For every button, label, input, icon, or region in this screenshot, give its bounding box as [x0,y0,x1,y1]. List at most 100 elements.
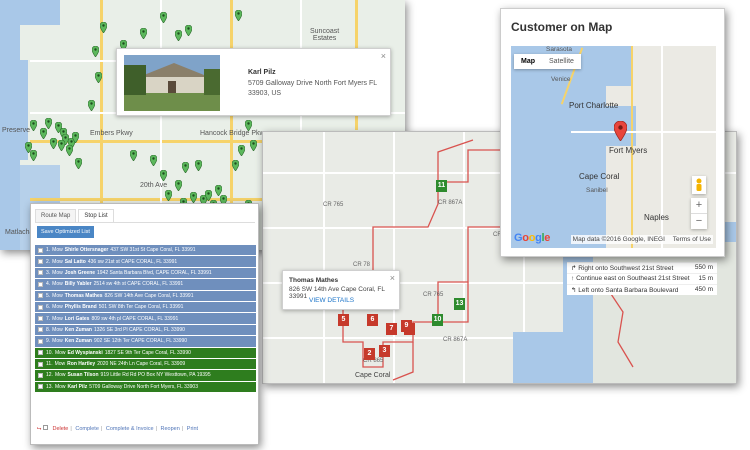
stop-row[interactable]: 1. Mow Shirle Ottersnager 437 SW 31st St Ca… [35,245,256,256]
customer-pin-icon[interactable] [150,155,157,166]
route-marker-2[interactable]: 2 [364,348,375,360]
stop-row[interactable]: 5. Mow Thomas Mathes 826 SW 14th Ave Cape C… [35,290,256,301]
zoom-out-button[interactable]: − [691,213,707,229]
stop-checkbox[interactable] [38,350,43,356]
stop-checkbox[interactable] [38,293,43,299]
close-icon[interactable]: × [381,51,386,61]
customer-pin-icon[interactable] [245,120,252,131]
terms-link[interactable]: Terms of Use [673,236,711,243]
customer-pin-icon[interactable] [238,145,245,156]
customer-pin-icon[interactable] [250,140,257,151]
stop-customer-name[interactable]: Sal Latto [65,259,86,265]
customer-pin-icon[interactable] [100,22,107,33]
stop-customer-name[interactable]: Ron Hartley [67,361,95,367]
customer-pin-icon[interactable] [88,100,95,111]
stop-row[interactable]: 9. Mow Ken Zuman 902 SE 12th Ter CAPE CORAL… [35,336,256,347]
stop-customer-name[interactable]: Phyllis Brand [65,304,97,310]
stop-row[interactable]: 8. Mow Ken Zuman 1326 SE 3rd Pl CAPE CORAL,… [35,324,256,336]
map-type-satellite-button[interactable]: Satellite [542,54,581,69]
stop-checkbox[interactable] [38,247,43,253]
customer-pin-icon[interactable] [235,10,242,21]
stop-customer-name[interactable]: Billy Yabler [65,281,92,287]
customer-pin-icon[interactable] [175,180,182,191]
stop-checkbox[interactable] [38,372,43,378]
stop-customer-name[interactable]: Lori Gates [65,316,90,322]
customer-pin-icon[interactable] [30,150,37,161]
delete-link[interactable]: Delete [52,426,68,432]
stop-customer-name[interactable]: Thomas Mathes [65,293,103,299]
route-marker-3[interactable]: 3 [379,345,390,357]
customer-pin-icon[interactable] [185,25,192,36]
stop-row[interactable]: 2. Mow Sal Latto 436 sw 21st st CAPE CORAL,… [35,256,256,267]
location-marker-icon[interactable] [614,121,627,141]
stop-row[interactable]: 3. Mow Josh Greene 1942 Santa Barbara Blvd,… [35,267,256,279]
stop-customer-name[interactable]: Shirle Ottersnager [65,247,109,253]
complete-invoice-link[interactable]: Complete & Invoice [106,426,154,432]
close-icon[interactable]: × [390,273,395,283]
customer-pin-icon[interactable] [160,12,167,23]
stop-row[interactable]: 4. Mow Billy Yabler 2514 sw 4th st CAPE COR… [35,279,256,290]
stop-checkbox[interactable] [38,259,43,265]
select-checkbox[interactable] [42,425,48,430]
customer-pin-icon[interactable] [66,145,73,156]
stop-row[interactable]: 7. Mow Lori Gates 809 sw 4th pl CAPE CORAL,… [35,313,256,324]
stop-checkbox[interactable] [38,304,43,310]
customer-pin-icon[interactable] [165,190,172,201]
customer-location-map[interactable]: Sarasota Venice Port Charlotte Fort Myer… [511,46,716,248]
customer-pin-icon[interactable] [160,170,167,181]
customer-pin-icon[interactable] [58,140,65,151]
customer-pin-icon[interactable] [195,160,202,171]
stop-row[interactable]: 10. Mow Ed Wyspianski 1827 SE 9th Ter Cape … [35,347,256,358]
stop-row[interactable]: 12. Mow Susan Tilson 919 Little Rd Rd PO Bo… [35,370,256,381]
customer-pin-icon[interactable] [190,192,197,203]
map-type-map-button[interactable]: Map [514,54,542,69]
reopen-link[interactable]: Reopen [161,426,180,432]
route-marker-7[interactable]: 7 [386,323,397,335]
save-optimized-list-button[interactable]: Save Optimized List [37,226,94,238]
customer-pin-icon[interactable] [95,72,102,83]
complete-link[interactable]: Complete [75,426,99,432]
route-marker-11[interactable]: 11 [436,180,447,192]
stop-checkbox[interactable] [38,281,43,287]
customer-pin-icon[interactable] [30,120,37,131]
view-details-link[interactable]: VIEW DETAILS [309,297,354,304]
stop-checkbox[interactable] [38,270,43,276]
pegman-icon[interactable] [692,176,706,194]
customer-pin-icon[interactable] [232,160,239,171]
stop-checkbox[interactable] [38,327,43,333]
stop-customer-name[interactable]: Susan Tilson [68,372,99,378]
route-marker-6[interactable]: 6 [367,314,378,326]
customer-pin-icon[interactable] [130,150,137,161]
route-marker-5[interactable]: 5 [338,314,349,326]
stop-row[interactable]: 11. Mow Ron Hartley 2020 NE 24th Ln Cape Co… [35,358,256,370]
separator: | [155,426,157,432]
route-marker-10[interactable]: 10 [432,314,443,326]
stop-info-popup[interactable]: Thomas Mathes 826 SW 14th Ave Cape Coral… [282,270,400,310]
stop-customer-name[interactable]: Ed Wyspianski [68,350,103,356]
customer-pin-icon[interactable] [40,128,47,139]
customer-pin-icon[interactable] [50,138,57,149]
stop-customer-name[interactable]: Ken Zuman [65,327,92,333]
stop-customer-name[interactable]: Ken Zuman [65,338,92,344]
tab-route-map[interactable]: Route Map [35,209,77,222]
tab-stop-list[interactable]: Stop List [78,209,114,222]
stop-customer-name[interactable]: Karl Pilz [68,384,88,390]
stop-customer-name[interactable]: Josh Greene [65,270,95,276]
stop-checkbox[interactable] [38,316,43,322]
customer-info-popup[interactable]: Karl Pilz 5709 Galloway Drive North Fort… [116,48,391,116]
zoom-in-button[interactable]: + [691,198,707,213]
customer-pin-icon[interactable] [182,162,189,173]
customer-pin-icon[interactable] [72,132,79,143]
customer-pin-icon[interactable] [75,158,82,169]
route-marker-13[interactable]: 13 [454,298,465,310]
stop-checkbox[interactable] [38,384,43,390]
stop-row[interactable]: 6. Mow Phyllis Brand 501 SW 8th Ter Cape Co… [35,301,256,313]
stop-checkbox[interactable] [38,338,43,344]
customer-pin-icon[interactable] [140,28,147,39]
stop-row[interactable]: 13. Mow Karl Pilz 5709 Galloway Drive North… [35,381,256,393]
stop-checkbox[interactable] [38,361,43,367]
print-link[interactable]: Print [187,426,198,432]
route-marker-9[interactable]: 9 [401,320,412,332]
customer-pin-icon[interactable] [92,46,99,57]
customer-pin-icon[interactable] [175,30,182,41]
